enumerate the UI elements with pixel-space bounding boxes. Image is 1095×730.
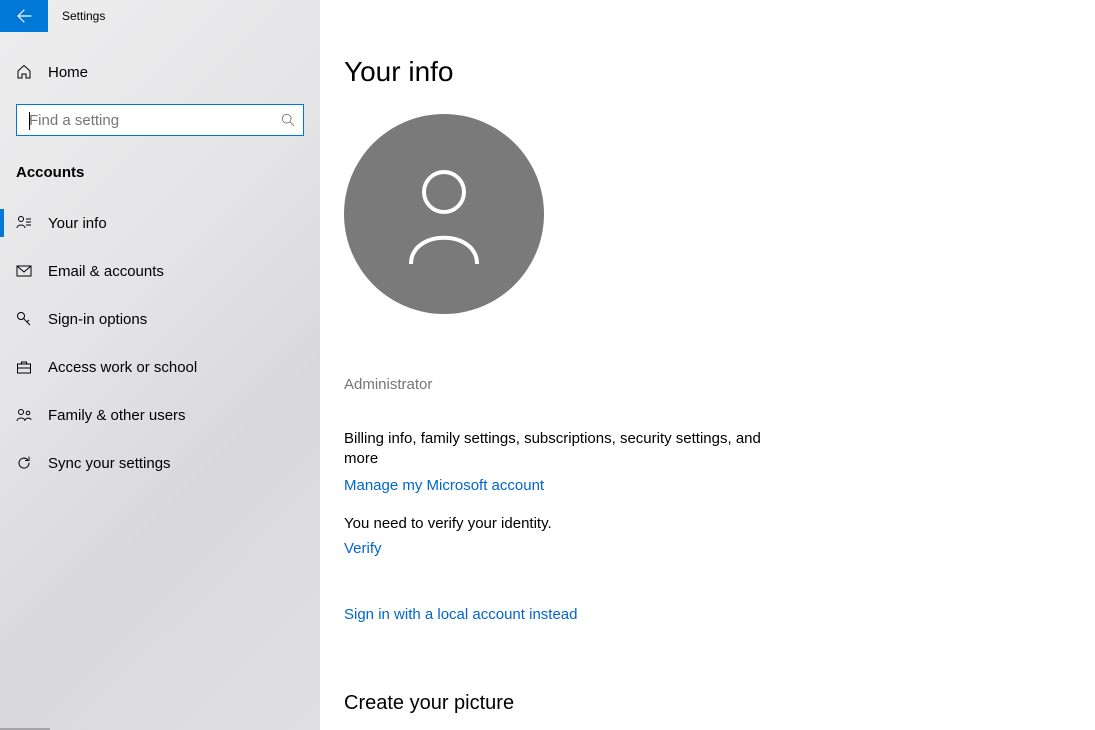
sidebar-item-label: Sign-in options: [32, 311, 147, 328]
people-icon: [16, 407, 32, 423]
sidebar-item-family-other-users[interactable]: Family & other users: [0, 391, 320, 439]
sidebar-item-your-info[interactable]: Your info: [0, 199, 320, 247]
back-button[interactable]: [0, 0, 48, 32]
search-container: [0, 96, 320, 136]
sidebar-item-label: Sync your settings: [32, 455, 171, 472]
arrow-left-icon: [16, 8, 32, 24]
nav-list: Your info Email & accounts Sign-in optio…: [0, 199, 320, 487]
search-box[interactable]: [16, 104, 304, 136]
billing-description: Billing info, family settings, subscript…: [344, 429, 784, 469]
sidebar-item-home[interactable]: Home: [0, 48, 320, 96]
sidebar-item-email-accounts[interactable]: Email & accounts: [0, 247, 320, 295]
sync-icon: [16, 455, 32, 471]
page-title: Your info: [344, 56, 1095, 88]
search-icon: [281, 113, 295, 127]
user-role: Administrator: [344, 376, 1095, 393]
verify-block: You need to verify your identity. Verify: [344, 515, 1095, 558]
person-icon: [399, 164, 489, 264]
manage-account-link[interactable]: Manage my Microsoft account: [344, 477, 544, 494]
verify-link[interactable]: Verify: [344, 540, 382, 557]
main-content: Your info Administrator Billing info, fa…: [320, 0, 1095, 730]
create-picture-heading: Create your picture: [344, 692, 1095, 715]
titlebar-label: Settings: [48, 9, 105, 23]
person-list-icon: [16, 215, 32, 231]
key-icon: [16, 311, 32, 327]
sidebar-item-access-work-school[interactable]: Access work or school: [0, 343, 320, 391]
avatar: [344, 114, 544, 314]
sidebar-item-signin-options[interactable]: Sign-in options: [0, 295, 320, 343]
search-input[interactable]: [29, 112, 281, 129]
signin-local-link[interactable]: Sign in with a local account instead: [344, 606, 577, 623]
titlebar: Settings: [0, 0, 320, 32]
briefcase-icon: [16, 359, 32, 375]
sidebar-item-label: Your info: [32, 215, 107, 232]
mail-icon: [16, 263, 32, 279]
sidebar-item-label: Email & accounts: [32, 263, 164, 280]
sidebar-item-label: Family & other users: [32, 407, 186, 424]
sidebar-item-label: Home: [32, 64, 88, 81]
sidebar-item-label: Access work or school: [32, 359, 197, 376]
home-icon: [16, 64, 32, 80]
text-cursor: [29, 112, 30, 130]
sidebar-item-sync-settings[interactable]: Sync your settings: [0, 439, 320, 487]
billing-block: Billing info, family settings, subscript…: [344, 429, 784, 495]
verify-description: You need to verify your identity.: [344, 515, 1095, 532]
sidebar: Settings Home Accounts Your info: [0, 0, 320, 730]
section-header-accounts: Accounts: [0, 136, 320, 189]
